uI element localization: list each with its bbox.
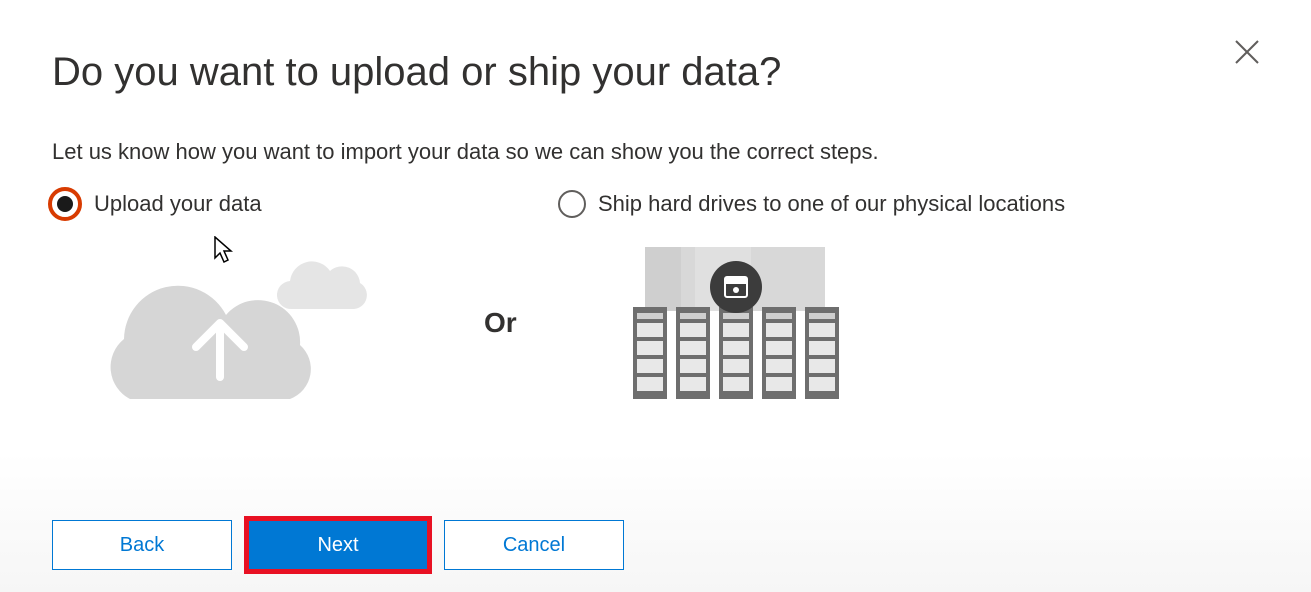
next-button[interactable]: Next <box>248 520 428 570</box>
dialog-subtitle: Let us know how you want to import your … <box>52 139 1259 165</box>
back-button[interactable]: Back <box>52 520 232 570</box>
import-data-dialog: Do you want to upload or ship your data?… <box>0 0 1311 592</box>
separator-or: Or <box>484 307 517 339</box>
close-button[interactable] <box>1231 36 1263 68</box>
radio-selected-icon <box>48 187 82 221</box>
radio-unselected-icon <box>558 190 586 218</box>
cloud-upload-illustration <box>100 245 400 400</box>
button-row: Back Next Cancel <box>52 520 624 570</box>
illustration-row: Or <box>100 245 1259 400</box>
option-upload[interactable]: Upload your data <box>52 187 522 221</box>
dialog-title: Do you want to upload or ship your data? <box>52 50 1259 95</box>
option-ship-label: Ship hard drives to one of our physical … <box>598 191 1065 217</box>
close-icon <box>1234 39 1260 65</box>
cancel-button[interactable]: Cancel <box>444 520 624 570</box>
options-row: Upload your data Ship hard drives to one… <box>52 187 1259 221</box>
server-room-illustration <box>633 247 839 399</box>
option-upload-label: Upload your data <box>94 191 262 217</box>
option-ship[interactable]: Ship hard drives to one of our physical … <box>558 187 1065 221</box>
